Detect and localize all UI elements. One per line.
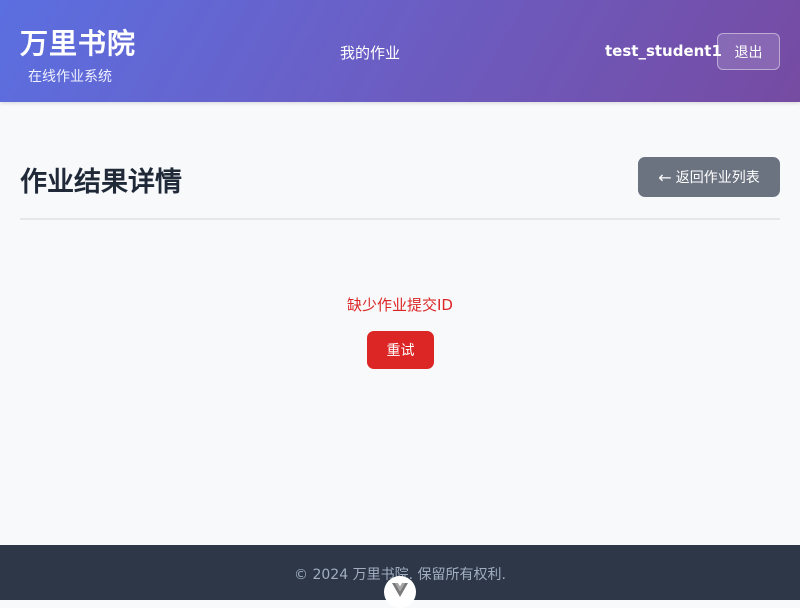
page-title: 作业结果详情 — [20, 167, 182, 198]
brand-logo[interactable]: 万里书院 — [20, 22, 136, 62]
retry-button[interactable]: 重试 — [367, 331, 434, 369]
app-footer: © 2024 万里书院. 保留所有权利. — [0, 545, 800, 608]
current-username: test_student1 — [605, 42, 722, 60]
back-button-label: 返回作业列表 — [675, 170, 760, 186]
nav-my-homework[interactable]: 我的作业 — [340, 42, 400, 63]
title-divider — [20, 218, 780, 220]
vue-devtools-badge[interactable] — [384, 576, 416, 608]
logout-button[interactable]: 退出 — [717, 33, 780, 70]
app-header: 万里书院 在线作业系统 我的作业 test_student1 退出 — [0, 0, 800, 102]
vue-logo-icon — [392, 583, 408, 597]
error-message: 缺少作业提交ID — [347, 296, 453, 314]
arrow-left-icon: ← — [658, 167, 672, 187]
back-to-homework-list-button[interactable]: ← 返回作业列表 — [638, 157, 780, 197]
brand-subtitle: 在线作业系统 — [28, 69, 112, 85]
